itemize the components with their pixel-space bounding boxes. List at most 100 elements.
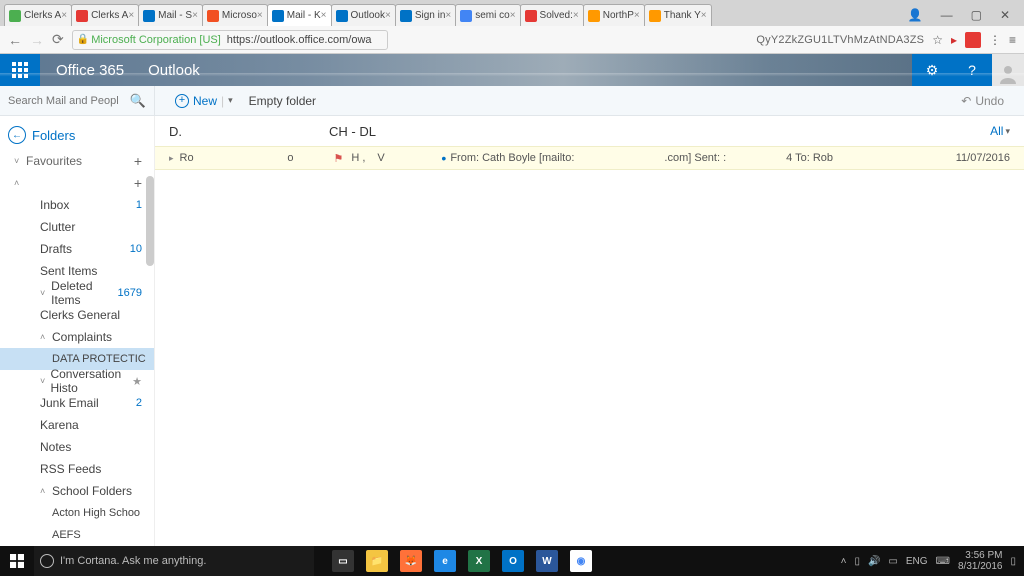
folder-item[interactable]: Acton High Schoo xyxy=(0,502,154,524)
column-d[interactable]: D. xyxy=(169,124,329,139)
ev-cert-label: Microsoft Corporation [US] xyxy=(91,34,221,46)
ie-icon[interactable]: e xyxy=(434,550,456,572)
url-query-tail: QyY2ZkZGU1LTVhMzAtNDA3ZS xyxy=(756,34,924,46)
add-favourite-icon[interactable]: + xyxy=(134,153,146,169)
chevron-down-icon: ▾ xyxy=(228,95,233,106)
tray-clock[interactable]: 3:56 PM8/31/2016 xyxy=(958,550,1003,572)
plus-circle-icon: + xyxy=(175,94,189,108)
folder-item[interactable]: Karena xyxy=(0,414,154,436)
window-close[interactable]: ✕ xyxy=(1000,8,1010,22)
cortana-icon xyxy=(40,554,54,568)
action-center-icon[interactable]: ▯ xyxy=(1010,556,1016,567)
extension-badge-icon[interactable] xyxy=(965,32,981,48)
undo-button[interactable]: ↶Undo xyxy=(961,94,1004,108)
chrome-user-icon[interactable]: 👤 xyxy=(908,8,923,22)
tray-keyboard-icon[interactable]: ⌨ xyxy=(936,556,950,567)
gear-icon: ⚙ xyxy=(926,62,939,79)
flag-icon: ⚑ xyxy=(334,152,344,165)
windows-taskbar: I'm Cortana. Ask me anything. ▭ 📁 🦊 e X … xyxy=(0,546,1024,576)
star-icon[interactable]: ☆ xyxy=(932,33,943,47)
filter-all[interactable]: All ▾ xyxy=(990,124,1010,138)
tray-battery-icon[interactable]: ▭ xyxy=(888,556,897,567)
help-button[interactable]: ? xyxy=(952,54,992,86)
system-tray: ˄ ▯ 🔊 ▭ ENG ⌨ 3:56 PM8/31/2016 ▯ xyxy=(841,550,1024,572)
search-icon[interactable]: 🔍 xyxy=(130,93,146,109)
folder-item[interactable]: RSS Feeds xyxy=(0,458,154,480)
browser-tab[interactable]: Thank Y× xyxy=(644,4,712,26)
url-text: https://outlook.office.com/owa xyxy=(227,34,372,46)
folder-item[interactable]: Drafts10 xyxy=(0,238,154,260)
undo-icon: ↶ xyxy=(961,94,971,108)
browser-tab[interactable]: semi co× xyxy=(455,4,520,26)
browser-tab-strip: Clerks A×Clerks A×Mail - S×Microso×Mail … xyxy=(0,0,1024,26)
cortana-search[interactable]: I'm Cortana. Ask me anything. xyxy=(34,546,314,576)
browser-tab[interactable]: Outlook× xyxy=(331,4,396,26)
tray-chevron-icon[interactable]: ˄ xyxy=(841,556,847,567)
lock-icon: 🔒 xyxy=(77,34,89,45)
browser-tab[interactable]: Clerks A× xyxy=(71,4,139,26)
word-icon[interactable]: W xyxy=(536,550,558,572)
search-box[interactable]: 🔍 xyxy=(0,86,155,116)
profile-avatar[interactable] xyxy=(992,54,1024,86)
folder-item[interactable]: Junk Email2 xyxy=(0,392,154,414)
browser-tab[interactable]: NorthP× xyxy=(583,4,645,26)
help-icon: ? xyxy=(968,62,976,78)
sidebar-scrollbar[interactable] xyxy=(146,176,154,266)
folder-item[interactable]: Notes xyxy=(0,436,154,458)
tray-volume-icon[interactable]: 🔊 xyxy=(868,556,880,567)
owa-toolbar: 🔍 + New |▾ Empty folder ↶Undo xyxy=(0,86,1024,116)
folder-item[interactable]: ˄Complaints xyxy=(0,326,154,348)
folder-item[interactable]: ˄School Folders xyxy=(0,480,154,502)
suite-brand[interactable]: Office 365 xyxy=(40,62,140,79)
browser-tab[interactable]: Mail - S× xyxy=(138,4,203,26)
outlook-icon[interactable]: O xyxy=(502,550,524,572)
taskbar-apps: ▭ 📁 🦊 e X O W ◉ xyxy=(332,550,592,572)
start-button[interactable] xyxy=(0,546,34,576)
firefox-icon[interactable]: 🦊 xyxy=(400,550,422,572)
folder-item[interactable]: Clerks General xyxy=(0,304,154,326)
window-maximize[interactable]: ▢ xyxy=(971,8,982,22)
extension-icon[interactable]: ▸ xyxy=(951,33,957,47)
empty-folder-button[interactable]: Empty folder xyxy=(249,94,316,108)
folder-item[interactable]: Clutter xyxy=(0,216,154,238)
excel-icon[interactable]: X xyxy=(468,550,490,572)
list-column-header: D. CH - DL All ▾ xyxy=(155,116,1024,146)
add-folder-icon[interactable]: + xyxy=(134,175,146,191)
browser-tab[interactable]: Mail - K× xyxy=(267,4,332,26)
app-name[interactable]: Outlook xyxy=(140,62,208,79)
settings-button[interactable]: ⚙ xyxy=(912,54,952,86)
expand-icon: ▸ xyxy=(169,153,174,164)
favourites-header[interactable]: ˅Favourites + xyxy=(0,150,154,172)
tray-network-icon[interactable]: ▯ xyxy=(854,556,860,567)
column-ch[interactable]: CH - DL xyxy=(329,124,990,139)
browser-tab[interactable]: Sign in× xyxy=(395,4,456,26)
folder-item[interactable]: AEFS xyxy=(0,524,154,546)
folder-item[interactable]: ˅Conversation Histo★ xyxy=(0,370,154,392)
extension-dots-icon[interactable]: ⋮ xyxy=(989,33,1001,47)
message-row[interactable]: ▸ Ro o ⚑ H , V • From: Cath Boyle [mailt… xyxy=(155,146,1024,170)
folder-item[interactable]: Inbox1 xyxy=(0,194,154,216)
browser-tab[interactable]: Clerks A× xyxy=(4,4,72,26)
folder-sidebar: ← Folders ˅Favourites + ˄ + Inbox1Clutte… xyxy=(0,116,155,546)
explorer-icon[interactable]: 📁 xyxy=(366,550,388,572)
forward-button[interactable]: → xyxy=(30,32,44,48)
app-launcher-button[interactable] xyxy=(0,54,40,86)
omnibox[interactable]: 🔒 Microsoft Corporation [US] https://out… xyxy=(72,30,388,50)
new-button[interactable]: + New |▾ xyxy=(175,94,233,108)
mailbox-header[interactable]: ˄ + xyxy=(0,172,154,194)
chevron-down-icon: ▾ xyxy=(1005,126,1010,137)
unread-dot-icon: • xyxy=(441,151,446,165)
browser-tab[interactable]: Microso× xyxy=(202,4,268,26)
window-minimize[interactable]: — xyxy=(941,8,953,22)
folder-item[interactable]: ˅Deleted Items1679 xyxy=(0,282,154,304)
chrome-icon[interactable]: ◉ xyxy=(570,550,592,572)
waffle-icon xyxy=(12,62,28,78)
reload-button[interactable]: ⟳ xyxy=(52,31,64,48)
task-view-icon[interactable]: ▭ xyxy=(332,550,354,572)
search-input[interactable] xyxy=(8,95,118,107)
back-button[interactable]: ← xyxy=(8,32,22,48)
folders-header[interactable]: ← Folders xyxy=(0,120,154,150)
tray-lang[interactable]: ENG xyxy=(906,556,928,567)
browser-tab[interactable]: Solved:× xyxy=(520,4,584,26)
chrome-menu-icon[interactable]: ≡ xyxy=(1009,33,1016,47)
